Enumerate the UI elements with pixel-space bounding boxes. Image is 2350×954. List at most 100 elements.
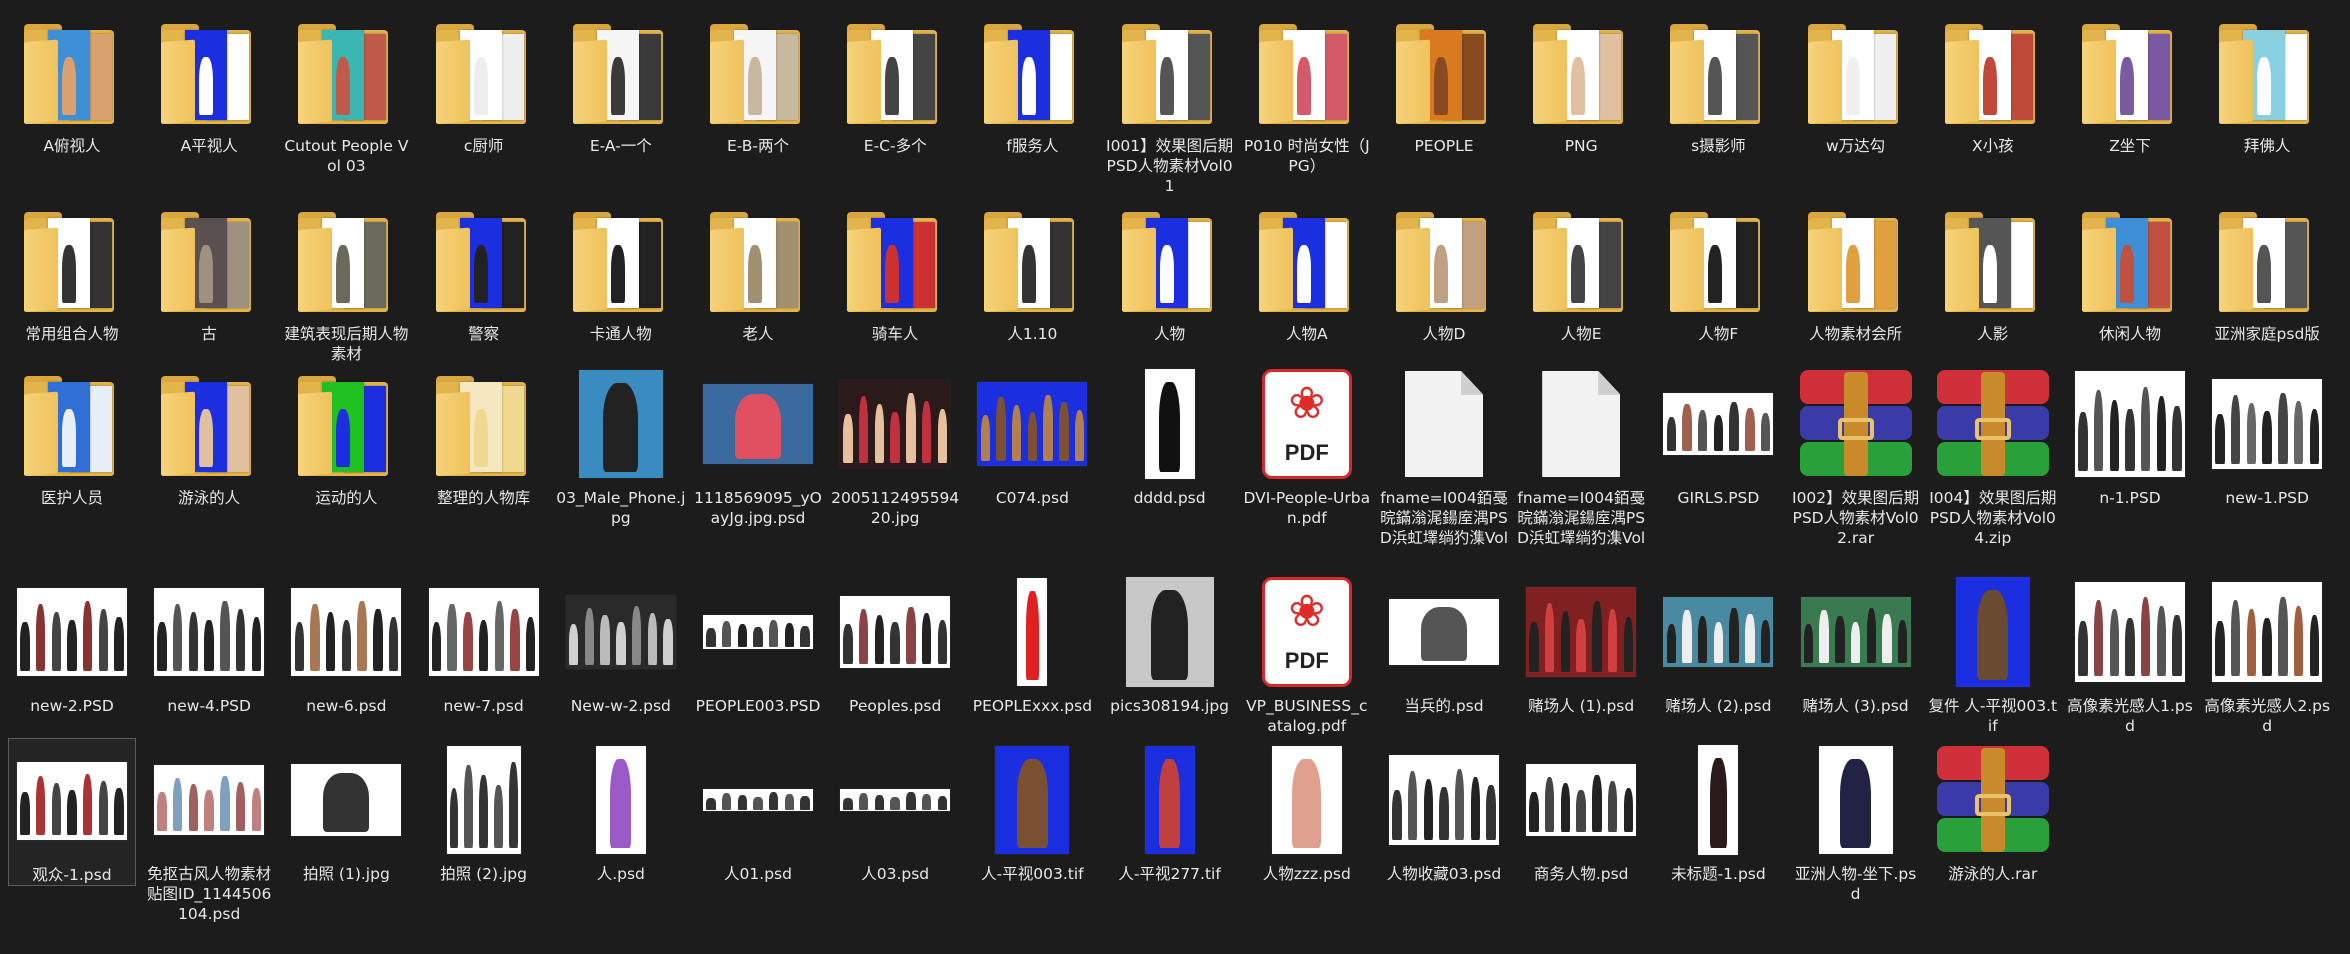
item-label: dddd.psd <box>1133 489 1206 507</box>
file-item[interactable]: 游泳的人.rar <box>1929 738 2057 884</box>
file-item[interactable]: 未标题-1.psd <box>1654 738 1782 884</box>
folder-icon <box>1258 20 1355 124</box>
item-thumbnail <box>10 739 134 863</box>
folder-icon <box>572 208 669 312</box>
folder-item[interactable]: 亚洲家庭psd版 <box>2203 198 2331 344</box>
file-item[interactable]: 人-平视003.tif <box>968 738 1096 884</box>
file-item[interactable]: new-4.PSD <box>145 570 273 716</box>
file-item[interactable]: pics308194.jpg <box>1106 570 1234 716</box>
file-item[interactable]: new-6.psd <box>282 570 410 716</box>
folder-item[interactable]: Z坐下 <box>2066 10 2194 156</box>
folder-item[interactable]: 人物F <box>1654 198 1782 344</box>
file-item[interactable]: ❀ PDF DVI-People-Urban.pdf <box>1243 362 1371 528</box>
folder-item[interactable]: A俯视人 <box>8 10 136 156</box>
file-item[interactable]: dddd.psd <box>1106 362 1234 508</box>
item-label: VP_BUSINESS_catalog.pdf <box>1246 697 1368 735</box>
item-thumbnail <box>147 10 271 134</box>
folder-item[interactable]: 医护人员 <box>8 362 136 508</box>
file-item[interactable]: I002】效果图后期PSD人物素材Vol02.rar <box>1792 362 1920 548</box>
file-item[interactable]: 人01.psd <box>694 738 822 884</box>
folder-item[interactable]: E-A-一个 <box>557 10 685 156</box>
file-item[interactable]: 当兵的.psd <box>1380 570 1508 716</box>
folder-item[interactable]: 常用组合人物 <box>8 198 136 344</box>
item-label: 常用组合人物 <box>25 325 119 343</box>
folder-item[interactable]: f服务人 <box>968 10 1096 156</box>
folder-item[interactable]: E-B-两个 <box>694 10 822 156</box>
folder-item[interactable]: 人物素材会所 <box>1792 198 1920 344</box>
folder-item[interactable]: 老人 <box>694 198 822 344</box>
file-item[interactable]: 人-平视277.tif <box>1106 738 1234 884</box>
folder-item[interactable]: 骑车人 <box>831 198 959 344</box>
folder-icon <box>1396 20 1492 124</box>
file-item[interactable]: 高像素光感人1.psd <box>2066 570 2194 736</box>
file-item[interactable]: 人03.psd <box>831 738 959 884</box>
file-item[interactable]: 商务人物.psd <box>1517 738 1645 884</box>
file-item[interactable]: fname=I004銆戞晥鏋滃浘鍚庢湡PSD浜虹墿绱犳潗Vol04.zip...… <box>1517 362 1645 548</box>
folder-item[interactable]: X小孩 <box>1929 10 2057 156</box>
item-thumbnail <box>284 198 408 322</box>
file-item[interactable]: 03_Male_Phone.jpg <box>556 362 685 528</box>
file-item[interactable]: 赌场人 (1).psd <box>1517 570 1645 716</box>
folder-item[interactable]: 游泳的人 <box>145 362 273 508</box>
folder-item[interactable]: 人影 <box>1929 198 2057 344</box>
folder-item[interactable]: Cutout People Vol 03 <box>282 10 410 176</box>
folder-item[interactable]: 人物 <box>1106 198 1234 344</box>
file-item[interactable]: new-7.psd <box>420 570 548 716</box>
folder-item[interactable]: 休闲人物 <box>2066 198 2194 344</box>
folder-item[interactable]: 建筑表现后期人物素材 <box>282 198 410 364</box>
file-item[interactable]: 赌场人 (3).psd <box>1792 570 1920 716</box>
folder-item[interactable]: 卡通人物 <box>557 198 685 344</box>
folder-item[interactable]: I001】效果图后期PSD人物素材Vol01 <box>1106 10 1234 196</box>
folder-item[interactable]: 人物E <box>1517 198 1645 344</box>
file-item[interactable]: I004】效果图后期PSD人物素材Vol04.zip <box>1929 362 2057 548</box>
file-item[interactable]: new-2.PSD <box>8 570 136 716</box>
folder-item[interactable]: s摄影师 <box>1654 10 1782 156</box>
folder-icon <box>1121 208 1218 312</box>
file-item[interactable]: 赌场人 (2).psd <box>1654 570 1782 716</box>
item-thumbnail <box>833 738 957 862</box>
file-item[interactable]: new-1.PSD <box>2203 362 2331 508</box>
folder-item[interactable]: PNG <box>1517 10 1645 156</box>
file-item[interactable]: 人物收藏03.psd <box>1380 738 1508 884</box>
folder-item[interactable]: PEOPLE <box>1380 10 1508 156</box>
folder-item[interactable]: P010 时尚女性（JPG） <box>1243 10 1371 176</box>
folder-icon <box>2219 208 2315 312</box>
file-item[interactable]: 人.psd <box>557 738 685 884</box>
item-label: s摄影师 <box>1691 137 1746 155</box>
file-item[interactable]: PEOPLE003.PSD <box>694 570 822 716</box>
item-label: PEOPLExxx.psd <box>972 697 1093 715</box>
file-item[interactable]: 1118569095_yOayJg.jpg.psd <box>694 362 822 528</box>
file-item[interactable]: ❀ PDF VP_BUSINESS_catalog.pdf <box>1243 570 1371 736</box>
folder-item[interactable]: 人物D <box>1380 198 1508 344</box>
file-item[interactable]: 免抠古风人物素材贴图ID_1144506104.psd <box>145 738 273 924</box>
file-item[interactable]: PEOPLExxx.psd <box>968 570 1096 716</box>
file-item[interactable]: n-1.PSD <box>2066 362 2194 508</box>
file-item[interactable]: 人物zzz.psd <box>1243 738 1371 884</box>
folder-item[interactable]: 人1.10 <box>968 198 1096 344</box>
folder-item[interactable]: 运动的人 <box>282 362 410 508</box>
file-item[interactable]: 200511249559420.jpg <box>831 362 959 528</box>
folder-item[interactable]: 警察 <box>420 198 548 344</box>
file-item[interactable]: 复件 人-平视003.tif <box>1928 570 2057 736</box>
image-thumbnail <box>703 384 813 464</box>
file-item[interactable]: 拍照 (1).jpg <box>282 738 410 884</box>
item-thumbnail: ❀ PDF <box>1245 362 1369 486</box>
folder-item[interactable]: 古 <box>145 198 273 344</box>
folder-item[interactable]: 整理的人物库 <box>420 362 548 508</box>
folder-item[interactable]: 拜佛人 <box>2203 10 2331 156</box>
folder-item[interactable]: A平视人 <box>145 10 273 156</box>
file-item[interactable]: C074.psd <box>968 362 1096 508</box>
file-item[interactable]: 观众-1.psd <box>8 738 136 886</box>
item-thumbnail <box>10 198 134 322</box>
folder-item[interactable]: c厨师 <box>420 10 548 156</box>
file-item[interactable]: New-w-2.psd <box>557 570 685 716</box>
folder-item[interactable]: 人物A <box>1243 198 1371 344</box>
file-item[interactable]: 高像素光感人2.psd <box>2203 570 2331 736</box>
file-item[interactable]: 亚洲人物-坐下.psd <box>1792 738 1920 904</box>
file-item[interactable]: fname=I004銆戞晥鏋滃浘鍚庢湡PSD浜虹墿绱犳潗Vol04.zi... <box>1380 362 1508 548</box>
file-item[interactable]: GIRLS.PSD <box>1654 362 1782 508</box>
folder-item[interactable]: E-C-多个 <box>831 10 959 156</box>
file-item[interactable]: Peoples.psd <box>831 570 959 716</box>
file-item[interactable]: 拍照 (2).jpg <box>420 738 548 884</box>
folder-item[interactable]: w万达勾 <box>1792 10 1920 156</box>
